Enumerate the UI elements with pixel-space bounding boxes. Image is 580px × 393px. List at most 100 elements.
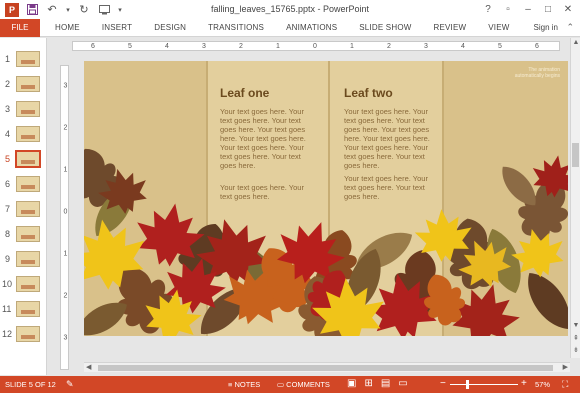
zoom-slider-handle[interactable] xyxy=(466,380,469,389)
thumbnail-number: 8 xyxy=(5,229,11,239)
thumbnail-image xyxy=(16,226,40,242)
thumbnail-image xyxy=(15,150,41,168)
scroll-up-icon[interactable]: ▲ xyxy=(571,39,580,46)
zoom-level[interactable]: 57% xyxy=(535,380,550,389)
zoom-slider[interactable] xyxy=(450,384,518,385)
comments-button[interactable]: ▭ COMMENTS xyxy=(277,380,330,389)
scroll-right-icon[interactable]: ▶ xyxy=(563,363,568,371)
ruler-tick: 3 xyxy=(63,82,68,90)
tab-view[interactable]: VIEW xyxy=(477,23,520,32)
zoom-out-icon[interactable]: − xyxy=(440,378,446,389)
notes-button[interactable]: ≡ NOTES xyxy=(228,380,260,389)
window-controls: ? ▫ – □ ✕ xyxy=(478,0,578,19)
close-button[interactable]: ✕ xyxy=(558,0,578,19)
tab-insert[interactable]: INSERT xyxy=(91,23,143,32)
ruler-tick: 6 xyxy=(91,43,95,50)
start-from-beginning-icon[interactable] xyxy=(97,3,111,17)
thumbnail-5[interactable]: 5 xyxy=(0,148,47,170)
thumbnail-image xyxy=(16,126,40,142)
next-slide-icon[interactable]: ⇟ xyxy=(571,346,580,354)
minimize-button[interactable]: – xyxy=(518,0,538,19)
slide-show-icon[interactable]: ▭ xyxy=(398,378,407,389)
thumbnail-1[interactable]: 1 xyxy=(0,48,47,70)
thumbnail-image xyxy=(16,51,40,67)
thumbnail-10[interactable]: 10 xyxy=(0,273,47,295)
tab-transitions[interactable]: TRANSITIONS xyxy=(197,23,275,32)
fit-slide-icon[interactable]: ⛶ xyxy=(562,379,568,390)
thumbnail-4[interactable]: 4 xyxy=(0,123,47,145)
thumbnail-number: 4 xyxy=(5,129,11,139)
slide-counter: SLIDE 5 OF 12 xyxy=(5,380,56,389)
notes-label: NOTES xyxy=(234,380,261,389)
zoom-in-icon[interactable]: + xyxy=(521,378,527,389)
scroll-down-icon[interactable]: ▼ xyxy=(571,322,580,329)
ruler-tick: 1 xyxy=(63,166,68,174)
thumbnail-8[interactable]: 8 xyxy=(0,223,47,245)
vertical-scrollbar[interactable]: ▲ ▼ ⇞ ⇟ xyxy=(570,38,580,358)
tab-review[interactable]: REVIEW xyxy=(423,23,478,32)
redo-icon[interactable]: ↻ xyxy=(77,3,91,17)
thumbnail-number: 5 xyxy=(5,154,11,164)
status-bar: SLIDE 5 OF 12 ✎ ≡ NOTES ▭ COMMENTS ▣ ⊞ ▤… xyxy=(0,376,580,393)
comments-label: COMMENTS xyxy=(286,380,330,389)
ruler-tick: 3 xyxy=(424,43,428,50)
ruler-tick: 5 xyxy=(498,43,502,50)
tab-home[interactable]: HOME xyxy=(44,23,91,32)
thumbnail-6[interactable]: 6 xyxy=(0,173,47,195)
scroll-left-icon[interactable]: ◀ xyxy=(86,363,91,371)
ruler-tick: 2 xyxy=(387,43,391,50)
ruler-tick: 6 xyxy=(535,43,539,50)
thumbnail-image xyxy=(16,76,40,92)
horizontal-scroll-thumb[interactable] xyxy=(98,365,553,371)
help-icon[interactable]: ? xyxy=(478,0,498,19)
expand-ribbon-icon[interactable]: ⌃ xyxy=(566,22,574,33)
vertical-scroll-thumb[interactable] xyxy=(572,143,579,167)
ruler-tick: 1 xyxy=(63,250,68,258)
save-icon[interactable] xyxy=(25,3,39,17)
view-buttons: ▣ ⊞ ▤ ▭ xyxy=(347,378,408,389)
vertical-ruler: 3 2 1 0 1 2 3 xyxy=(60,65,69,370)
tab-animations[interactable]: ANIMATIONS xyxy=(275,23,348,32)
horizontal-ruler: 6 5 4 3 2 1 0 1 2 3 4 5 6 xyxy=(72,41,560,51)
maximize-button[interactable]: □ xyxy=(538,0,558,19)
powerpoint-window: P ↶ ▾ ↻ ▾ falling_leaves_15765.pptx - Po… xyxy=(0,0,580,393)
powerpoint-logo: P xyxy=(5,2,19,17)
horizontal-scrollbar[interactable]: ◀ ▶ xyxy=(84,362,570,372)
reading-view-icon[interactable]: ▤ xyxy=(381,378,390,389)
slide-canvas[interactable]: Leaf one Your text goes here. Your text … xyxy=(84,61,568,336)
normal-view-icon[interactable]: ▣ xyxy=(347,378,356,389)
quick-access-toolbar: P ↶ ▾ ↻ ▾ xyxy=(0,2,123,17)
thumbnail-image xyxy=(16,301,40,317)
ribbon-display-options-icon[interactable]: ▫ xyxy=(498,0,518,19)
slide-editor: 6 5 4 3 2 1 0 1 2 3 4 5 6 3 2 1 0 1 2 3 xyxy=(48,38,580,375)
thumbnail-image xyxy=(16,201,40,217)
sign-in-link[interactable]: Sign in xyxy=(534,23,558,32)
thumbnail-number: 10 xyxy=(2,279,13,289)
thumbnail-2[interactable]: 2 xyxy=(0,73,47,95)
thumbnail-number: 6 xyxy=(5,179,11,189)
ruler-tick: 0 xyxy=(313,43,317,50)
slide-sorter-icon[interactable]: ⊞ xyxy=(364,378,372,389)
ribbon-tabs: FILE HOME INSERT DESIGN TRANSITIONS ANIM… xyxy=(0,18,580,37)
customize-qat-icon[interactable]: ▾ xyxy=(117,3,123,17)
tab-file[interactable]: FILE xyxy=(0,18,40,37)
undo-icon[interactable]: ↶ xyxy=(45,3,59,17)
tab-design[interactable]: DESIGN xyxy=(143,23,197,32)
spell-check-icon[interactable]: ✎ xyxy=(66,379,74,390)
thumbnail-9[interactable]: 9 xyxy=(0,248,47,270)
undo-dropdown-icon[interactable]: ▾ xyxy=(65,3,71,17)
ruler-tick: 3 xyxy=(202,43,206,50)
thumbnail-7[interactable]: 7 xyxy=(0,198,47,220)
ruler-tick: 5 xyxy=(128,43,132,50)
ruler-tick: 2 xyxy=(63,292,68,300)
thumbnail-number: 1 xyxy=(5,54,11,64)
thumbnail-image xyxy=(16,176,40,192)
thumbnail-11[interactable]: 11 xyxy=(0,298,47,320)
thumbnail-12[interactable]: 12 xyxy=(0,323,47,345)
thumbnail-number: 3 xyxy=(5,104,11,114)
ruler-tick: 3 xyxy=(63,334,68,342)
ruler-tick: 1 xyxy=(350,43,354,50)
thumbnail-3[interactable]: 3 xyxy=(0,98,47,120)
previous-slide-icon[interactable]: ⇞ xyxy=(571,334,580,342)
tab-slide-show[interactable]: SLIDE SHOW xyxy=(348,23,422,32)
